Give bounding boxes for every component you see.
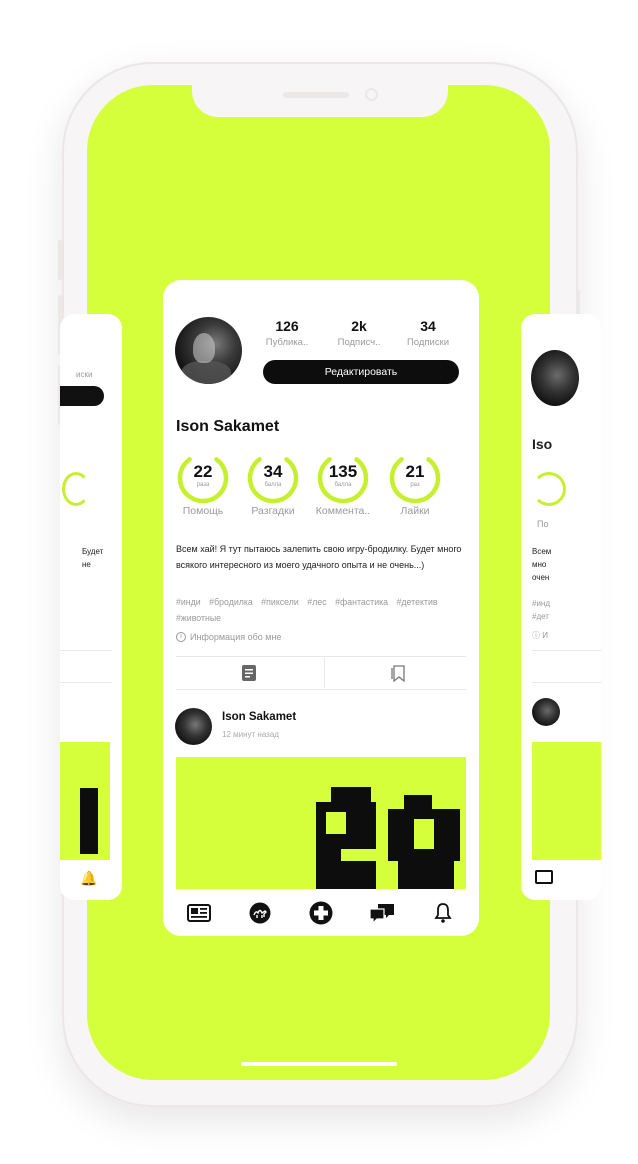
achievement-ring: 21 раз — [388, 451, 442, 505]
right-ring-label: По — [537, 519, 549, 529]
post-author-avatar[interactable] — [175, 708, 212, 745]
right-divider — [532, 682, 601, 683]
edit-profile-button[interactable]: Редактировать — [263, 360, 459, 384]
right-avatar — [531, 350, 579, 406]
right-tag-line: #инд — [532, 599, 551, 608]
left-post-art — [80, 788, 98, 854]
profile-name: Ison Sakamet — [176, 418, 280, 435]
achievement-value: 21 — [405, 462, 425, 481]
camel-icon — [249, 902, 271, 923]
achievement-unit: раза — [196, 482, 210, 488]
phone-side-button — [58, 240, 62, 280]
achievement-help[interactable]: 22 раза Помощь — [163, 451, 243, 517]
phone-speaker — [283, 92, 349, 98]
profile-card-left[interactable]: иски Будет не 🔔 — [60, 314, 122, 900]
post-image[interactable] — [176, 757, 466, 889]
bell-icon — [433, 902, 452, 923]
right-achievement-ring — [532, 472, 566, 506]
bottom-nav — [163, 889, 479, 936]
tag-link[interactable]: #фантастика — [335, 597, 388, 607]
achievement-comments[interactable]: 135 балла Коммента.. — [303, 451, 383, 517]
right-post-avatar — [532, 698, 560, 726]
chat-icon — [369, 903, 394, 924]
profile-card: 126 Публика.. 2k Подписч.. 34 Подписки Р… — [163, 280, 479, 936]
tag-link[interactable]: #детектив — [397, 597, 438, 607]
achievement-unit: балла — [334, 482, 352, 488]
divider — [176, 689, 466, 690]
tag-link[interactable]: #пиксели — [261, 597, 299, 607]
avatar[interactable] — [175, 317, 242, 384]
tag-list: #инди #бродилка #пиксели #лес #фантастик… — [176, 594, 466, 626]
stat-following[interactable]: 34 Подписки — [397, 318, 459, 348]
bookmark-icon — [390, 665, 405, 682]
achievement-likes[interactable]: 21 раз Лайки — [375, 451, 455, 517]
stat-following-label: Подписки — [406, 337, 450, 348]
achievement-ring: 135 балла — [316, 451, 370, 505]
achievement-label: Лайки — [400, 505, 430, 517]
stat-followers-value: 2k — [351, 318, 367, 334]
achievement-unit: раз — [410, 482, 420, 488]
post-timestamp: 12 минут назад — [222, 730, 279, 739]
about-me-label: Информация обо мне — [190, 632, 282, 642]
tab-posts[interactable] — [176, 658, 321, 688]
achievement-value: 135 — [328, 462, 358, 481]
right-name: Iso — [532, 436, 553, 452]
achievement-ring: 34 балла — [246, 451, 300, 505]
achievement-value: 22 — [193, 462, 213, 481]
stat-posts-label: Публика.. — [265, 337, 309, 348]
news-icon[interactable] — [535, 870, 553, 884]
phone-camera — [365, 88, 378, 101]
tab-saved[interactable] — [325, 658, 470, 688]
achievement-label: Разгадки — [251, 505, 295, 517]
right-post-image — [532, 742, 601, 860]
tag-link[interactable]: #лес — [307, 597, 326, 607]
tag-link[interactable]: #животные — [176, 613, 221, 623]
document-icon — [241, 665, 256, 681]
info-icon: i — [176, 632, 186, 642]
stat-posts[interactable]: 126 Публика.. — [256, 318, 318, 348]
right-bio-line: очен — [532, 573, 550, 582]
about-me-link[interactable]: i Информация обо мне — [176, 632, 281, 642]
left-achievement-ring — [62, 472, 90, 506]
left-edit-button[interactable] — [60, 386, 104, 406]
right-bio-line: мно — [532, 560, 547, 569]
profile-bio: Всем хай! Я тут пытаюсь залепить свою иг… — [176, 544, 462, 570]
left-divider — [60, 682, 112, 683]
achievement-unit: балла — [264, 482, 282, 488]
stat-followers-label: Подписч.. — [337, 337, 381, 348]
divider — [176, 656, 466, 657]
nav-explore[interactable] — [245, 898, 275, 928]
news-icon — [187, 903, 212, 922]
stat-followers[interactable]: 2k Подписч.. — [328, 318, 390, 348]
nav-notifications[interactable] — [428, 898, 458, 928]
plus-icon — [309, 901, 333, 924]
left-bio-line: не — [82, 560, 91, 569]
achievement-solves[interactable]: 34 балла Разгадки — [233, 451, 313, 517]
left-divider — [60, 650, 112, 651]
right-bio-line: Всем — [532, 547, 552, 556]
tag-link[interactable]: #бродилка — [209, 597, 253, 607]
right-info: ⓘ И — [532, 631, 548, 640]
tag-link[interactable]: #инди — [176, 597, 201, 607]
achievement-label: Коммента.. — [315, 505, 371, 517]
right-divider — [532, 650, 601, 651]
home-indicator[interactable] — [241, 1062, 397, 1066]
game-logo-icon — [316, 787, 460, 889]
stat-following-value: 34 — [420, 318, 436, 334]
nav-create[interactable] — [306, 898, 336, 928]
achievement-label: Помощь — [182, 505, 224, 517]
stat-posts-value: 126 — [275, 318, 299, 334]
achievement-value: 34 — [263, 462, 283, 481]
right-tag-line: #дет — [532, 612, 549, 621]
left-bio-line: Будет — [82, 547, 104, 556]
achievement-ring: 22 раза — [176, 451, 230, 505]
nav-news[interactable] — [184, 898, 214, 928]
left-stat-label: иски — [76, 370, 93, 379]
nav-messages[interactable] — [367, 898, 397, 928]
post-author-name[interactable]: Ison Sakamet — [222, 711, 296, 723]
right-info-label: И — [542, 631, 548, 640]
phone-notch — [192, 85, 448, 117]
bell-icon[interactable]: 🔔 — [80, 870, 97, 887]
profile-card-right[interactable]: Iso По Всем мно очен #инд #дет ⓘ И — [521, 314, 601, 900]
